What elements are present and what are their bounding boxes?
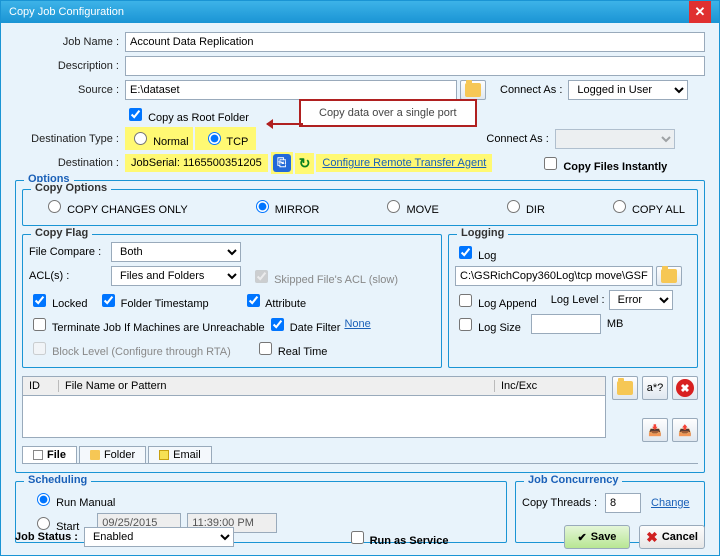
tab-folder[interactable]: Folder <box>79 446 146 463</box>
pattern-table-header: ID File Name or Pattern Inc/Exc <box>22 376 606 396</box>
scheduling-legend: Scheduling <box>24 474 91 486</box>
copy-instantly-checkbox[interactable]: Copy Files Instantly <box>540 154 667 173</box>
copy-changes-radio[interactable]: COPY CHANGES ONLY <box>43 197 188 216</box>
real-time-checkbox[interactable]: Real Time <box>255 339 328 358</box>
mirror-radio[interactable]: MIRROR <box>251 197 320 216</box>
cancel-icon: ✖ <box>646 529 658 546</box>
log-size-input[interactable] <box>531 314 601 334</box>
connect-as-1-select[interactable]: Logged in User <box>568 80 688 100</box>
copy-all-radio[interactable]: COPY ALL <box>608 197 685 216</box>
run-as-service-checkbox[interactable]: Run as Service <box>347 528 449 547</box>
configure-remote-link[interactable]: Configure Remote Transfer Agent <box>316 154 492 172</box>
label-copy-threads: Copy Threads : <box>522 497 597 509</box>
refresh-icon: ↻ <box>299 155 311 171</box>
label-destination: Destination : <box>15 157 125 169</box>
file-compare-select[interactable]: Both <box>111 242 241 262</box>
delete-icon: ✖ <box>676 379 694 397</box>
window-title: Copy Job Configuration <box>9 6 124 18</box>
folder-icon <box>465 83 481 97</box>
job-concurrency-legend: Job Concurrency <box>524 474 622 486</box>
annotation-box: Copy data over a single port <box>299 99 477 127</box>
label-dest-type: Destination Type : <box>15 133 125 145</box>
folder-icon <box>661 269 677 283</box>
terminate-checkbox[interactable]: Terminate Job If Machines are Unreachabl… <box>29 315 265 334</box>
block-level-checkbox: Block Level (Configure through RTA) <box>29 339 231 358</box>
change-link[interactable]: Change <box>651 497 690 509</box>
folder-icon <box>617 381 633 395</box>
cancel-button[interactable]: ✖ Cancel <box>639 525 705 549</box>
tab-email[interactable]: Email <box>148 446 212 463</box>
dest-type-tcp-radio[interactable]: TCP <box>195 127 257 150</box>
pattern-table-body[interactable] <box>22 396 606 438</box>
save-button[interactable]: ✔ Save <box>564 525 630 549</box>
log-path-input[interactable] <box>455 266 653 286</box>
log-append-checkbox[interactable]: Log Append <box>455 291 537 310</box>
label-mb: MB <box>607 318 624 330</box>
source-input[interactable] <box>125 80 457 100</box>
move-radio[interactable]: MOVE <box>382 197 438 216</box>
folder-icon <box>90 450 100 460</box>
label-job-name: Job Name : <box>15 36 125 48</box>
label-connect-as-1: Connect As : <box>500 84 562 96</box>
acls-select[interactable]: Files and Folders <box>111 266 241 286</box>
add-folder-button[interactable] <box>612 376 638 400</box>
date-filter-checkbox[interactable]: Date Filter <box>267 315 341 334</box>
log-checkbox[interactable]: Log <box>455 243 496 262</box>
label-description: Description : <box>15 60 125 72</box>
attribute-checkbox[interactable]: Attribute <box>243 291 306 310</box>
job-serial-text: JobSerial: 1165500351205 <box>125 154 268 172</box>
copy-options-legend: Copy Options <box>31 182 111 194</box>
run-manual-radio[interactable]: Run Manual <box>32 490 115 509</box>
file-icon <box>33 450 43 460</box>
col-inc: Inc/Exc <box>495 380 605 392</box>
delete-button[interactable]: ✖ <box>672 376 698 400</box>
pattern-button[interactable]: a*? <box>642 376 668 400</box>
dir-radio[interactable]: DIR <box>502 197 545 216</box>
folder-timestamp-checkbox[interactable]: Folder Timestamp <box>98 291 209 310</box>
date-filter-none-link[interactable]: None <box>344 318 370 330</box>
close-button[interactable]: ✕ <box>689 1 711 23</box>
log-size-checkbox[interactable]: Log Size <box>455 315 521 334</box>
browse-source-button[interactable] <box>460 80 486 100</box>
label-source: Source : <box>15 84 125 96</box>
label-file-compare: File Compare : <box>29 246 111 258</box>
skipped-acl-checkbox: Skipped File's ACL (slow) <box>251 267 398 286</box>
job-status-select[interactable]: Enabled <box>84 527 234 547</box>
locked-checkbox[interactable]: Locked <box>29 291 88 310</box>
col-id: ID <box>23 380 59 392</box>
copy-flag-legend: Copy Flag <box>31 227 92 239</box>
label-log-level: Log Level : <box>551 294 605 306</box>
refresh-button[interactable]: ↻ <box>295 153 315 174</box>
copy-serial-button[interactable]: ⎘ <box>271 152 293 174</box>
export-button[interactable]: 📤 <box>672 418 698 442</box>
browse-log-button[interactable] <box>656 266 682 286</box>
annotation-arrow <box>267 123 303 125</box>
copy-icon: ⎘ <box>273 154 291 172</box>
logging-legend: Logging <box>457 227 508 239</box>
label-connect-as-2: Connect As : <box>486 133 548 145</box>
connect-as-2-select <box>555 129 675 149</box>
mail-icon <box>159 450 169 460</box>
job-name-input[interactable] <box>125 32 705 52</box>
description-input[interactable] <box>125 56 705 76</box>
copy-as-root-checkbox[interactable]: Copy as Root Folder <box>125 105 249 124</box>
label-job-status: Job Status : <box>15 531 78 543</box>
col-file: File Name or Pattern <box>59 380 495 392</box>
log-level-select[interactable]: Error <box>609 290 673 310</box>
dest-type-normal-radio[interactable]: Normal <box>125 127 193 150</box>
label-acls: ACL(s) : <box>29 270 111 282</box>
tab-file[interactable]: File <box>22 446 77 463</box>
copy-threads-input[interactable] <box>605 493 641 513</box>
import-button[interactable]: 📥 <box>642 418 668 442</box>
